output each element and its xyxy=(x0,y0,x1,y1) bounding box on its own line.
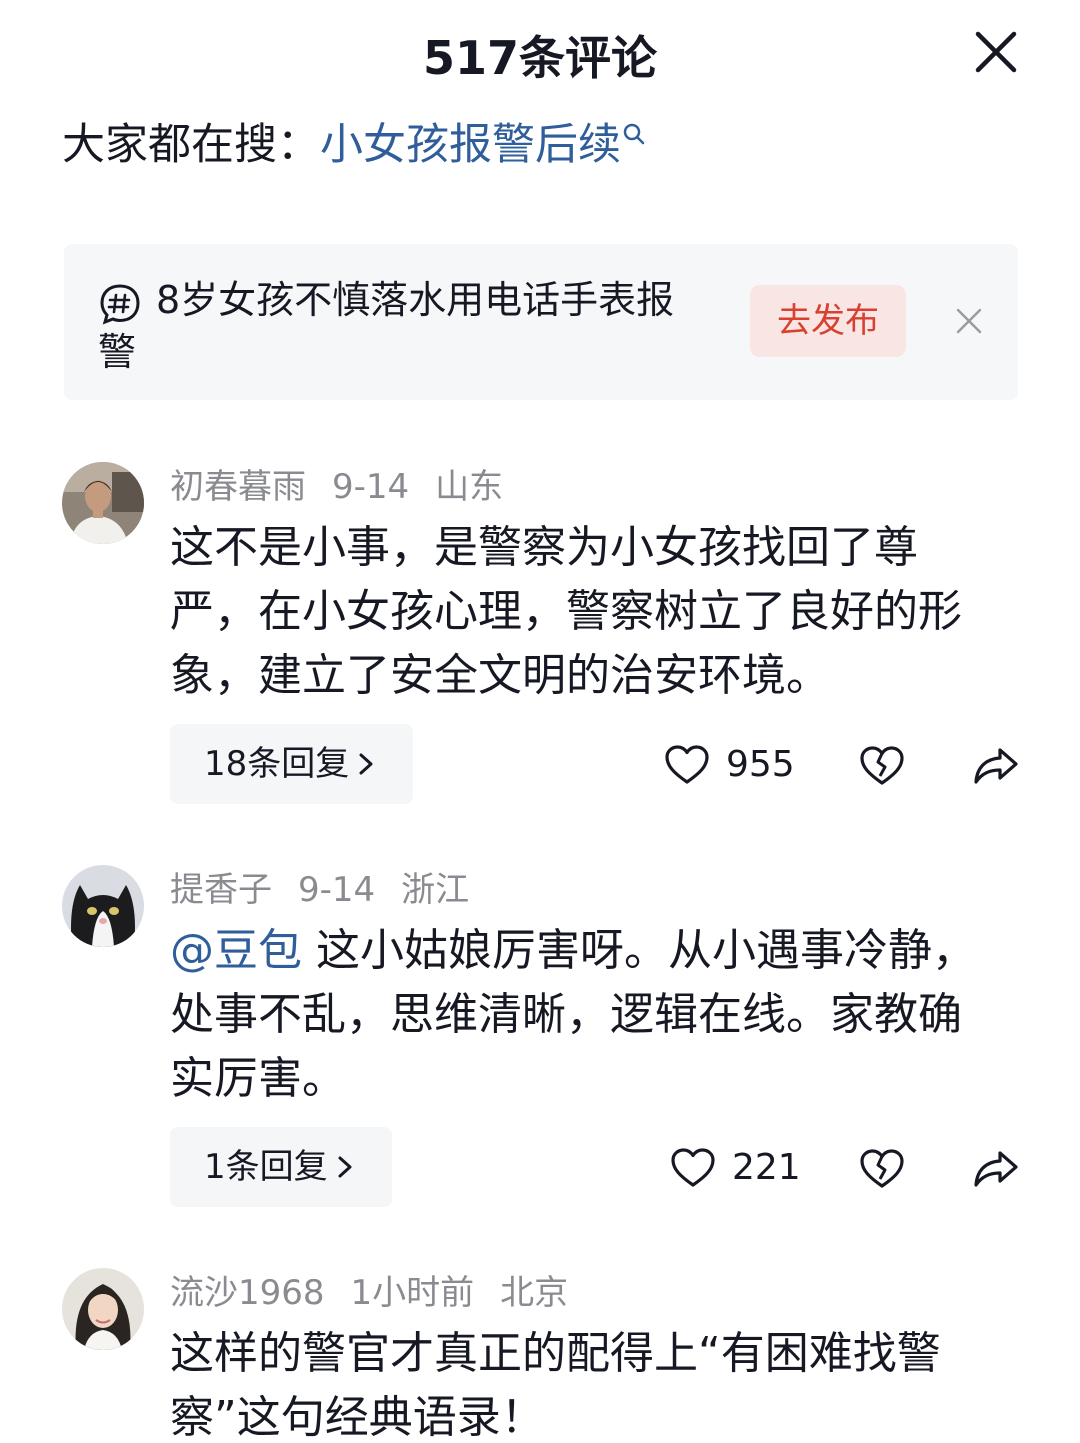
hot-search-label: 大家都在搜： xyxy=(62,120,320,170)
comment-location: 山东 xyxy=(435,467,504,507)
comment-text: 这样的警官才真正的配得上“有困难找警察”这句经典语录！ xyxy=(170,1322,1000,1443)
hot-search-bar: 大家都在搜：小女孩报警后续 xyxy=(62,115,647,175)
broken-heart-icon[interactable] xyxy=(858,742,906,790)
comment-date: 9-14 xyxy=(298,870,376,910)
comment-date: 1小时前 xyxy=(350,1273,475,1313)
replies-count-label: 1条回复 xyxy=(204,1147,328,1187)
share-icon[interactable] xyxy=(972,1145,1020,1193)
comment-username[interactable]: 提香子 xyxy=(170,870,272,910)
like-button[interactable]: 955 xyxy=(664,735,804,795)
avatar-cat-photo xyxy=(62,865,144,947)
comment-location: 浙江 xyxy=(401,870,470,910)
chevron-right-icon xyxy=(359,753,373,774)
close-button[interactable] xyxy=(970,26,1022,78)
comment-meta: 初春暮雨 9-14 山东 xyxy=(170,462,529,512)
topic-text: 8岁女孩不慎落水用电话手表报警 xyxy=(98,278,675,374)
avatar[interactable] xyxy=(62,865,144,947)
comment-text: 这不是小事，是警察为小女孩找回了尊严，在小女孩心理，警察树立了良好的形象，建立了… xyxy=(170,516,1000,708)
comment-content: 这样的警官才真正的配得上“有困难找警察”这句经典语录！ xyxy=(170,1328,941,1443)
comment-username[interactable]: 初春暮雨 xyxy=(170,467,306,507)
like-count: 221 xyxy=(732,1147,801,1188)
view-replies-button[interactable]: 1条回复 xyxy=(170,1127,392,1207)
heart-icon xyxy=(671,1148,715,1187)
hot-search-link[interactable]: 小女孩报警后续 xyxy=(320,120,647,170)
heart-icon xyxy=(665,745,709,784)
share-icon[interactable] xyxy=(972,742,1020,790)
comment-text: @豆包 这小姑娘厉害呀。从小遇事冷静，处事不乱，思维清晰，逻辑在线。家教确实厉害… xyxy=(170,919,1000,1111)
view-replies-button[interactable]: 18条回复 xyxy=(170,724,414,804)
like-count: 955 xyxy=(726,744,795,785)
comment-meta: 流沙1968 1小时前 北京 xyxy=(170,1268,594,1318)
avatar-woman-photo xyxy=(62,1268,144,1350)
chevron-right-icon xyxy=(338,1156,352,1177)
like-button[interactable]: 221 xyxy=(670,1138,804,1198)
search-icon xyxy=(623,123,645,145)
replies-count-label: 18条回复 xyxy=(204,744,350,784)
comment-meta: 提香子 9-14 浙江 xyxy=(170,865,495,915)
close-icon xyxy=(975,31,1017,73)
topic-suggestion-card[interactable]: 8岁女孩不慎落水用电话手表报警 去发布 xyxy=(64,244,1018,400)
comments-count-title: 517条评论 xyxy=(422,31,658,85)
comment-username[interactable]: 流沙1968 xyxy=(170,1273,325,1313)
comment-location: 北京 xyxy=(500,1273,569,1313)
comments-panel: 517条评论 大家都在搜：小女孩报警后续 8岁女孩不慎落水用电话手表报警 去发布 xyxy=(0,0,1080,1443)
avatar[interactable] xyxy=(62,1268,144,1350)
avatar-man-photo xyxy=(62,462,144,544)
publish-button[interactable]: 去发布 xyxy=(750,285,906,357)
avatar[interactable] xyxy=(62,462,144,544)
comments-header: 517条评论 xyxy=(0,0,1080,110)
dismiss-topic-icon[interactable] xyxy=(954,306,984,336)
comment-date: 9-14 xyxy=(332,467,410,507)
hot-search-query: 小女孩报警后续 xyxy=(320,120,621,170)
broken-heart-icon[interactable] xyxy=(858,1145,906,1193)
comment-mention[interactable]: @豆包 xyxy=(170,925,302,976)
comment-content: 这不是小事，是警察为小女孩找回了尊严，在小女孩心理，警察树立了良好的形象，建立了… xyxy=(170,522,962,701)
